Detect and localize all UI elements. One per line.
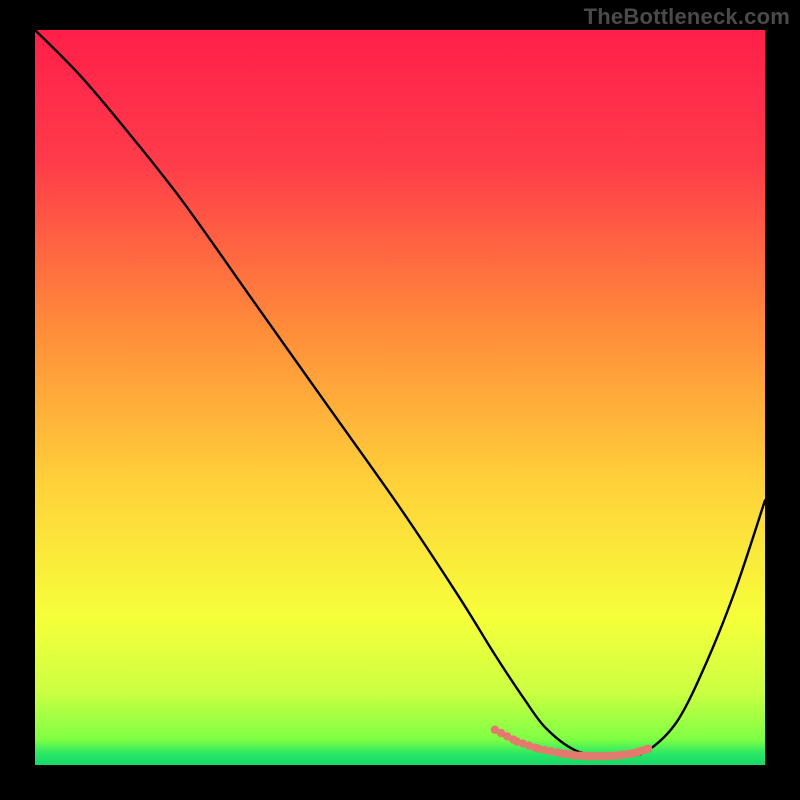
gradient-background (35, 30, 765, 765)
plot-area (35, 30, 765, 765)
optimal-dot (644, 745, 652, 753)
bottleneck-chart (35, 30, 765, 765)
watermark-label: TheBottleneck.com (584, 4, 790, 30)
chart-frame: TheBottleneck.com (0, 0, 800, 800)
